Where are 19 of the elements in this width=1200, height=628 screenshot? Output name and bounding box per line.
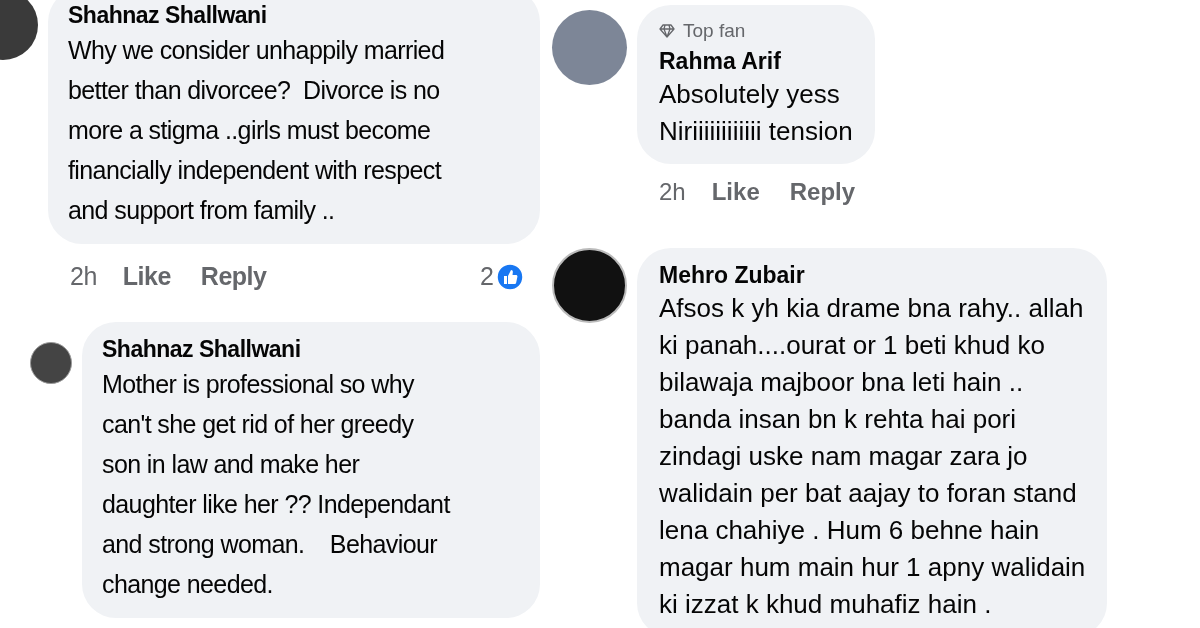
top-fan-label: Top fan xyxy=(683,19,746,43)
comment-text: Mother is professional so why can't she get rid of her greedy son in law and make her daughter like her ?? Independant and strong woman. Behaviour change needed. xyxy=(102,368,452,600)
reply-link[interactable]: Reply xyxy=(789,173,856,210)
comment-time: 2h xyxy=(659,176,686,207)
diamond-icon xyxy=(659,24,675,39)
author-name[interactable]: Rahma Arif xyxy=(659,45,853,76)
author-name[interactable]: Shahnaz Shallwani xyxy=(68,0,520,30)
comment-text: Why we consider unhappily married better than divorcee? Divorce is no more a stigma ..girls must become financially independent with respect and support from family .. xyxy=(68,35,446,226)
author-name[interactable]: Shahnaz Shallwani xyxy=(102,333,520,364)
like-link[interactable]: Like xyxy=(711,173,760,210)
like-link[interactable]: Like xyxy=(122,258,171,296)
reply-link[interactable]: Reply xyxy=(200,258,267,296)
comment-text: Afsos k yh kia drame bna rahy.. allah ki panah....ourat or 1 beti khud ko bilawaja majboor bna leti hain .. banda insan bn k rehta hai pori zindagi uske nam magar zara jo walidain per bat aajay to foran stand lena chahiye . Hum 6 behne hain magar hum main hur 1 apny walidain ki izzat k khud muhafiz hain . xyxy=(659,291,1086,621)
like-reaction-icon xyxy=(496,262,524,291)
avatar-placeholder xyxy=(30,341,72,384)
comment-text: Absolutely yess Niriiiiiiiiiiii tension xyxy=(659,77,853,148)
comment-time: 2h xyxy=(70,261,97,292)
author-name[interactable]: Mehro Zubair xyxy=(659,259,1086,290)
reaction-count: 2 xyxy=(480,261,494,292)
